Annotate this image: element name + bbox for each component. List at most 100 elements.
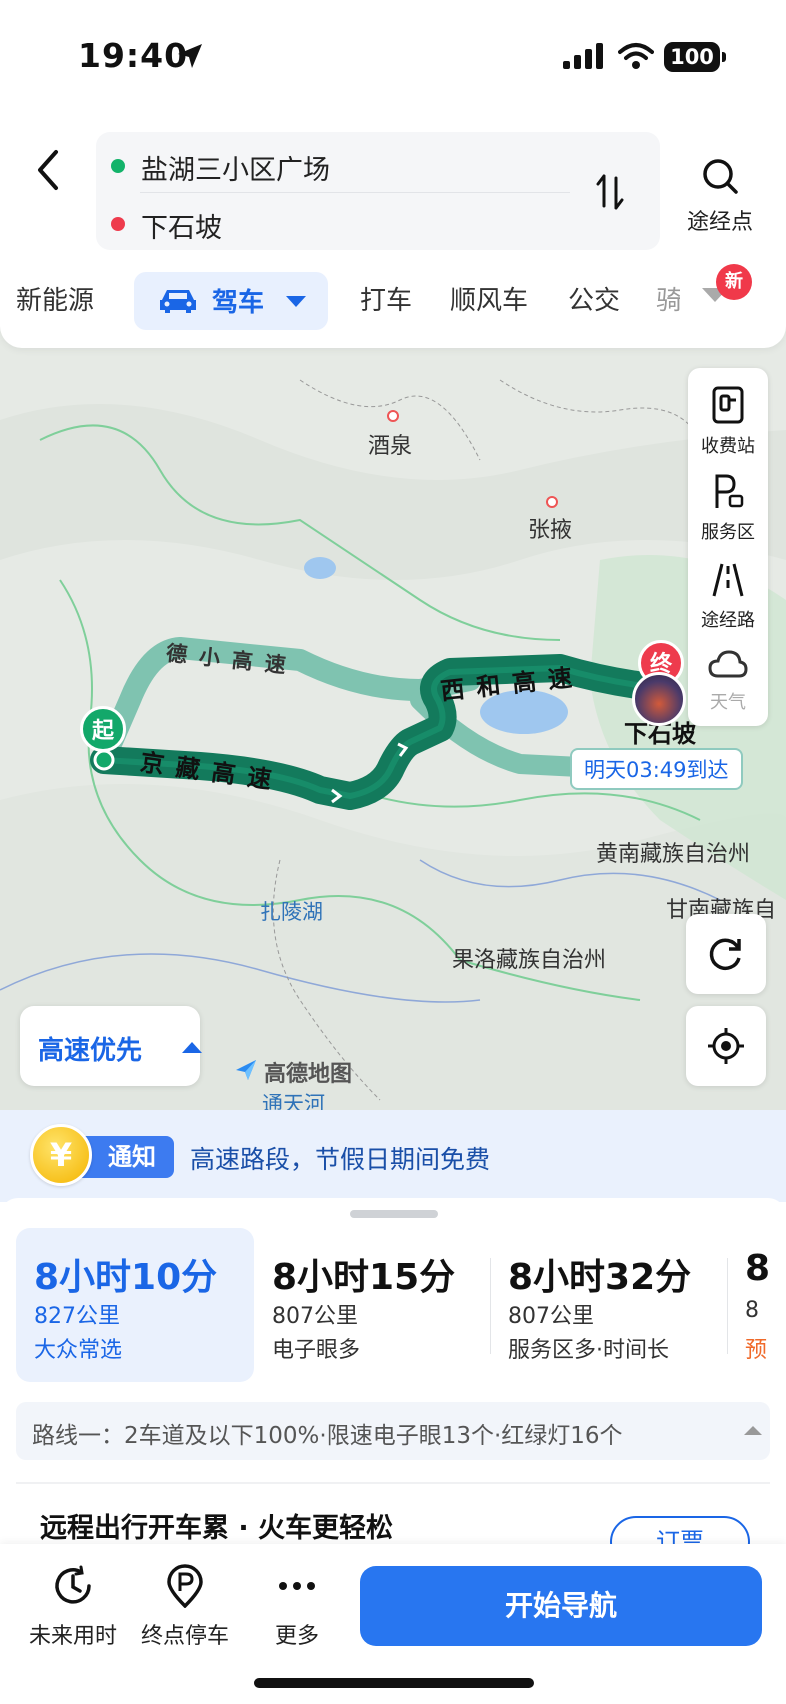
route-preference-button[interactable]: 高速优先 (20, 1006, 202, 1086)
route-option-4[interactable]: 8 8 预 (727, 1228, 786, 1382)
refresh-route-button[interactable] (686, 914, 766, 994)
chevron-up-icon (182, 1042, 202, 1053)
service-area-label: 服务区 (701, 522, 755, 543)
service-area-icon (715, 474, 744, 508)
map-tools-panel: 收费站 服务区 途经路 天气 (688, 368, 768, 726)
notice-text: 高速路段，节假日期间免费 (190, 1145, 491, 1174)
amap-logo-icon (236, 1060, 256, 1080)
route-divider (140, 192, 570, 193)
route-tag: 预 (745, 1338, 768, 1363)
weather-tool[interactable]: 天气 (688, 646, 768, 714)
tab-taxi[interactable]: 打车 (360, 280, 412, 317)
weather-icon (708, 650, 748, 678)
route-duration: 8小时15分 (272, 1257, 456, 1298)
route-distance: 807公里 (272, 1304, 358, 1329)
map-label-zhangye: 张掖 (528, 518, 573, 543)
notice-tag: 通知 (78, 1136, 174, 1178)
tab-transit[interactable]: 公交 (568, 280, 620, 317)
map-label-tongtian-river: 通天河 (262, 1092, 325, 1110)
map-brand-text: 高德地图 (264, 1062, 353, 1087)
origin-dot-icon (111, 159, 125, 173)
divider (16, 1482, 770, 1484)
home-indicator (254, 1678, 534, 1688)
toll-station-label: 收费站 (701, 436, 755, 457)
travel-mode-tabs: 新能源 驾车 打车 顺风车 公交 骑 新 (0, 264, 786, 336)
chevron-up-icon (744, 1426, 762, 1435)
route-tag: 电子眼多 (272, 1338, 361, 1363)
destination-text: 下石坡 (141, 213, 222, 244)
more-label: 更多 (274, 1624, 319, 1649)
route-options: 8小时10分 827公里 大众常选 8小时15分 807公里 电子眼多 8小时3… (0, 1228, 786, 1388)
map-label-zhaling-lake: 扎陵湖 (260, 900, 323, 924)
origin-field[interactable]: 盐湖三小区广场 (96, 136, 596, 194)
clock-icon (55, 1565, 91, 1604)
swap-button[interactable] (590, 170, 630, 214)
tab-drive-label: 驾车 (212, 288, 265, 318)
chevron-down-icon (286, 296, 306, 307)
battery-indicator: 100 (664, 42, 726, 72)
start-marker[interactable]: 起 (80, 706, 126, 752)
route-duration: 8小时32分 (508, 1257, 692, 1298)
route-sheet: 8小时10分 827公里 大众常选 8小时15分 807公里 电子眼多 8小时3… (0, 1198, 786, 1704)
future-time-button[interactable]: 未来用时 (18, 1564, 128, 1650)
tab-carpool[interactable]: 顺风车 (450, 280, 528, 317)
route-detail-text: 路线一：2车道及以下100%·限速电子眼13个·红绿灯16个 (32, 1423, 623, 1449)
destination-dot-icon (111, 217, 125, 231)
search-icon (703, 159, 738, 194)
yuan-coin-icon: ¥ (30, 1124, 92, 1186)
status-bar: 19:40 100 (0, 0, 786, 118)
bottom-action-bar: 未来用时 终点停车 更多 开始导航 (0, 1544, 786, 1704)
destination-parking-button[interactable]: 终点停车 (130, 1564, 240, 1650)
waypoint-label: 途经点 (686, 210, 753, 235)
status-time: 19:40 (78, 36, 189, 75)
destination-parking-label: 终点停车 (140, 1624, 229, 1649)
route-preference-label: 高速优先 (38, 1036, 143, 1066)
more-icon (279, 1582, 315, 1590)
locate-me-button[interactable] (686, 1006, 766, 1086)
route-detail-bar[interactable]: 路线一：2车道及以下100%·限速电子眼13个·红绿灯16个 (16, 1402, 770, 1460)
map-label-huangnan: 黄南藏族自治州 (596, 842, 751, 867)
route-distance: 807公里 (508, 1304, 594, 1329)
road-label: 途经路 (701, 610, 755, 631)
route-input-box: 盐湖三小区广场 下石坡 (96, 132, 660, 250)
tab-cycling[interactable]: 骑 (656, 280, 680, 317)
route-option-3[interactable]: 8小时32分 807公里 服务区多·时间长 (490, 1228, 728, 1382)
map-label-guoluo: 果洛藏族自治州 (452, 948, 607, 973)
chevron-left-icon (38, 150, 58, 190)
add-waypoint-button[interactable]: 途经点 (680, 156, 760, 236)
tab-new-energy[interactable]: 新能源 (16, 280, 94, 317)
more-button[interactable]: 更多 (242, 1564, 352, 1650)
wifi-icon (618, 43, 654, 69)
arrival-time-label: 明天03:49到达 (570, 748, 743, 790)
toll-station-icon (712, 386, 744, 424)
locate-icon (708, 1028, 744, 1064)
road-icon (712, 563, 744, 597)
route-distance: 8 (745, 1298, 759, 1323)
service-area-tool[interactable]: 服务区 (688, 472, 768, 544)
route-option-2[interactable]: 8小时15分 807公里 电子眼多 (254, 1228, 492, 1382)
cellular-signal-icon (563, 43, 603, 69)
train-promo-text: 远程出行开车累 · 火车更轻松 (40, 1513, 394, 1544)
map-label-jiuquan: 酒泉 (368, 434, 413, 459)
route-option-1[interactable]: 8小时10分 827公里 大众常选 (16, 1228, 254, 1382)
car-icon (160, 290, 196, 313)
destination-field[interactable]: 下石坡 (96, 194, 596, 252)
toll-station-tool[interactable]: 收费站 (688, 386, 768, 458)
route-tag: 大众常选 (34, 1338, 123, 1363)
route-duration: 8小时10分 (34, 1257, 218, 1298)
location-arrow-icon (178, 44, 202, 68)
sheet-drag-handle[interactable] (350, 1210, 438, 1218)
back-button[interactable] (28, 140, 68, 200)
route-duration: 8 (745, 1248, 771, 1289)
origin-text: 盐湖三小区广场 (141, 155, 330, 186)
road-tool[interactable]: 途经路 (688, 560, 768, 632)
parking-icon (167, 1564, 203, 1609)
future-time-label: 未来用时 (28, 1624, 117, 1649)
start-navigation-button[interactable]: 开始导航 (360, 1566, 762, 1646)
notice-banner[interactable]: 通知 ¥ 高速路段，节假日期间免费 (0, 1110, 786, 1202)
tab-drive[interactable]: 驾车 (134, 272, 328, 330)
destination-photo[interactable] (632, 672, 686, 726)
route-tag: 服务区多·时间长 (508, 1338, 669, 1363)
route-distance: 827公里 (34, 1304, 120, 1329)
refresh-icon (709, 938, 741, 971)
